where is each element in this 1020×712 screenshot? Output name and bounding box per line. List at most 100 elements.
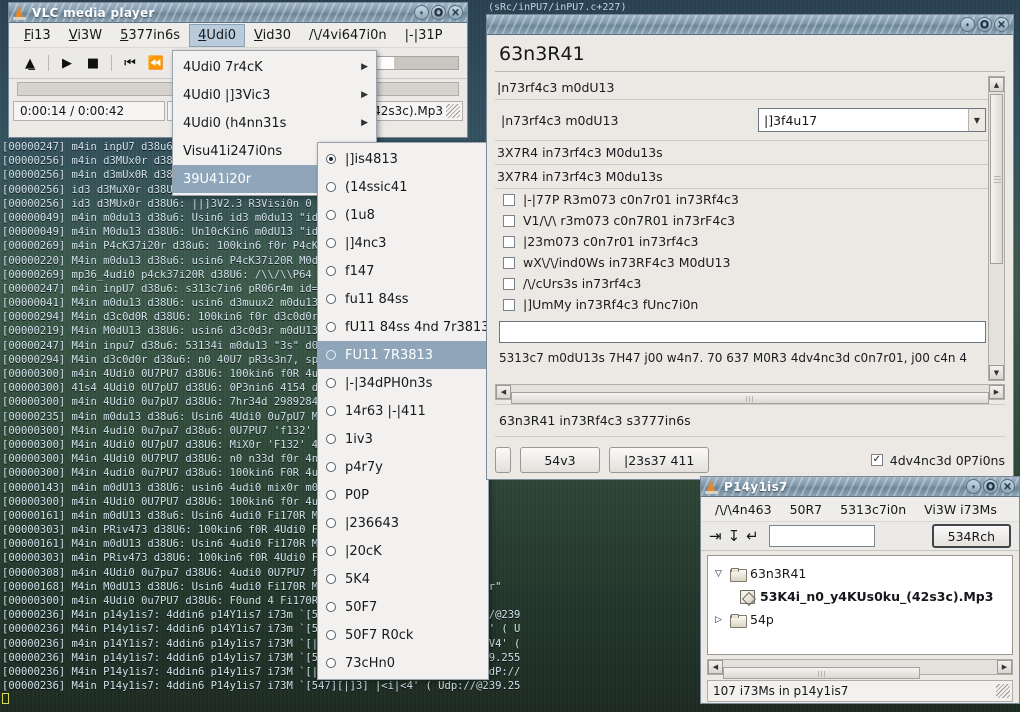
radio-button-icon[interactable] bbox=[326, 490, 336, 500]
playlist-tree[interactable]: ▽63n3R4153K4i_n0_y4KUs0ku_(42s3c).Mp3▷54… bbox=[707, 555, 1013, 655]
scroll-right-icon[interactable]: ▶ bbox=[989, 385, 1004, 399]
search-button[interactable]: 534Rch bbox=[932, 524, 1011, 548]
maximize-icon[interactable]: O bbox=[977, 17, 992, 32]
minimize-icon[interactable]: · bbox=[966, 479, 981, 494]
chevron-down-icon[interactable]: ▼ bbox=[968, 109, 985, 131]
equalizer-preset--is4813[interactable]: |]is4813 bbox=[318, 145, 488, 173]
volume-slider[interactable] bbox=[373, 56, 459, 70]
expand-collapse-down-icon[interactable]: ▽ bbox=[712, 569, 725, 579]
resize-grip[interactable] bbox=[996, 684, 1010, 698]
menu-item-4udi0[interactable]: 4Udi0 bbox=[189, 24, 245, 47]
playlist-folder-row[interactable]: ▷54p bbox=[712, 608, 1008, 631]
eject-icon[interactable]: ▲̲ bbox=[17, 56, 43, 71]
scroll-up-icon[interactable]: ▲ bbox=[989, 77, 1004, 92]
equalizer-preset--1u8[interactable]: (1u8 bbox=[318, 201, 488, 229]
radio-button-icon[interactable] bbox=[326, 406, 336, 416]
equalizer-preset--14ssic41[interactable]: (14ssic41 bbox=[318, 173, 488, 201]
equalizer-preset-1iv3[interactable]: 1iv3 bbox=[318, 425, 488, 453]
radio-button-icon[interactable] bbox=[326, 210, 336, 220]
radio-button-icon[interactable] bbox=[326, 322, 336, 332]
interface-module-select[interactable]: |]3f4u17 ▼ bbox=[758, 108, 986, 132]
equalizer-preset-73chn0[interactable]: 73cHn0 bbox=[318, 649, 488, 677]
repeat-icon[interactable]: ⇥ bbox=[709, 527, 722, 545]
radio-button-icon[interactable] bbox=[326, 294, 336, 304]
menu-item-vi3w[interactable]: Vi3W bbox=[60, 24, 111, 47]
previous-icon[interactable]: ⏮ bbox=[117, 56, 143, 71]
settings-vertical-scrollbar[interactable]: ▲ ▼ bbox=[988, 76, 1005, 381]
menu-item--4vi647i0n[interactable]: /\/4vi647i0n bbox=[300, 24, 396, 47]
equalizer-preset-p4r7y[interactable]: p4r7y bbox=[318, 453, 488, 481]
equalizer-preset-fu11-7r3813[interactable]: FU11 7R3813 bbox=[318, 341, 488, 369]
radio-button-icon[interactable] bbox=[326, 630, 336, 640]
equalizer-preset-fu11-84ss-4nd-7r3813[interactable]: fU11 84ss 4nd 7r3813 bbox=[318, 313, 488, 341]
equalizer-preset-5k4[interactable]: 5K4 bbox=[318, 565, 488, 593]
equalizer-preset-f147[interactable]: f147 bbox=[318, 257, 488, 285]
search-input[interactable] bbox=[769, 525, 875, 547]
radio-button-icon[interactable] bbox=[326, 378, 336, 388]
interface-checkbox-row[interactable]: /\/cUrs3s in73rf4c3 bbox=[495, 273, 988, 294]
maximize-icon[interactable]: O bbox=[431, 5, 446, 20]
playlist-menu-5313c7i0n[interactable]: 5313c7i0n bbox=[832, 499, 914, 520]
hscroll-thumb[interactable] bbox=[511, 392, 989, 404]
equalizer-preset-p0p[interactable]: P0P bbox=[318, 481, 488, 509]
radio-button-icon[interactable] bbox=[326, 434, 336, 444]
radio-button-icon[interactable] bbox=[326, 658, 336, 668]
playlist-menu--4n463[interactable]: /\/\4n463 bbox=[707, 499, 780, 520]
expand-collapse-right-icon[interactable]: ▷ bbox=[712, 615, 725, 625]
advanced-options-row[interactable]: ✓ 4dv4nc3d 0P7i0ns bbox=[871, 453, 1005, 468]
playlist-titlebar[interactable]: P14y1is7 · O ✕ bbox=[701, 477, 1019, 497]
playlist-menu-50r7[interactable]: 50R7 bbox=[782, 499, 831, 520]
checkbox-icon[interactable] bbox=[503, 257, 515, 269]
menu-item-5377in6s[interactable]: 5377in6s bbox=[111, 24, 189, 47]
settings-horizontal-scrollbar[interactable]: ◀ ▶ bbox=[495, 384, 1005, 400]
audio-menu-item-4udi0-3vic3[interactable]: 4Udi0 |]3Vic3▶ bbox=[173, 81, 376, 109]
close-icon[interactable]: ✕ bbox=[1000, 479, 1015, 494]
radio-button-icon[interactable] bbox=[326, 350, 336, 360]
random-icon[interactable]: ↧ bbox=[728, 527, 741, 545]
equalizer-preset--20ck[interactable]: |20cK bbox=[318, 537, 488, 565]
radio-button-icon[interactable] bbox=[326, 574, 336, 584]
scroll-right-icon[interactable]: ▶ bbox=[997, 660, 1012, 674]
radio-button-icon[interactable] bbox=[326, 154, 336, 164]
minimize-icon[interactable]: · bbox=[960, 17, 975, 32]
pl-hscroll-thumb[interactable] bbox=[723, 667, 920, 679]
scroll-left-icon[interactable]: ◀ bbox=[496, 385, 511, 399]
loop-icon[interactable]: ↵ bbox=[746, 527, 759, 545]
extra-interface-input[interactable] bbox=[499, 321, 986, 343]
play-icon[interactable]: ▶ bbox=[54, 56, 80, 71]
menu-item-fi13[interactable]: Fi13 bbox=[15, 24, 60, 47]
playlist-folder-row[interactable]: ▽63n3R41 bbox=[712, 562, 1008, 585]
checkbox-icon[interactable] bbox=[503, 215, 515, 227]
playlist-item-row[interactable]: 53K4i_n0_y4KUs0ku_(42s3c).Mp3 bbox=[712, 585, 1008, 608]
menu-item--31p[interactable]: |-|31P bbox=[396, 24, 452, 47]
radio-button-icon[interactable] bbox=[326, 238, 336, 248]
checkbox-icon[interactable] bbox=[503, 236, 515, 248]
general-dialog-titlebar[interactable]: · O ✕ bbox=[487, 15, 1013, 35]
radio-button-icon[interactable] bbox=[326, 518, 336, 528]
interface-checkbox-row[interactable]: |-|77P R3m073 c0n7r01 in73Rf4c3 bbox=[495, 189, 988, 210]
scroll-left-icon[interactable]: ◀ bbox=[708, 660, 723, 674]
audio-menu-item-4udi0-h4nn31s[interactable]: 4Udi0 (h4nn31s▶ bbox=[173, 109, 376, 137]
resize-grip[interactable] bbox=[446, 104, 460, 118]
advanced-options-checkbox[interactable]: ✓ bbox=[871, 454, 883, 466]
equalizer-preset-50f7-r0ck[interactable]: 50F7 R0ck bbox=[318, 621, 488, 649]
checkbox-icon[interactable] bbox=[503, 278, 515, 290]
stop-icon[interactable]: ■ bbox=[80, 56, 106, 71]
radio-button-icon[interactable] bbox=[326, 546, 336, 556]
interface-checkbox-row[interactable]: |]UmMy in73Rf4c3 fUnc7i0n bbox=[495, 294, 988, 315]
maximize-icon[interactable]: O bbox=[983, 479, 998, 494]
reset-all-button[interactable]: |23s37 411 bbox=[609, 447, 709, 473]
interface-checkbox-row[interactable]: |23m073 c0n7r01 in73rf4c3 bbox=[495, 231, 988, 252]
radio-button-icon[interactable] bbox=[326, 266, 336, 276]
checkbox-icon[interactable] bbox=[503, 194, 515, 206]
vlc-titlebar[interactable]: VLC media player · O ✕ bbox=[9, 3, 467, 23]
equalizer-preset--4nc3[interactable]: |]4nc3 bbox=[318, 229, 488, 257]
close-icon[interactable]: ✕ bbox=[448, 5, 463, 20]
equalizer-preset--34dph0n3s[interactable]: |-|34dPH0n3s bbox=[318, 369, 488, 397]
equalizer-preset-50f7[interactable]: 50F7 bbox=[318, 593, 488, 621]
interface-checkbox-row[interactable]: V1/\/\ r3m073 c0n7R01 in73rF4c3 bbox=[495, 210, 988, 231]
radio-button-icon[interactable] bbox=[326, 182, 336, 192]
scroll-thumb[interactable] bbox=[990, 94, 1003, 264]
audio-menu-item-4udi0-7r4ck[interactable]: 4Udi0 7r4cK▶ bbox=[173, 53, 376, 81]
rewind-icon[interactable]: ⏪ bbox=[143, 56, 169, 71]
